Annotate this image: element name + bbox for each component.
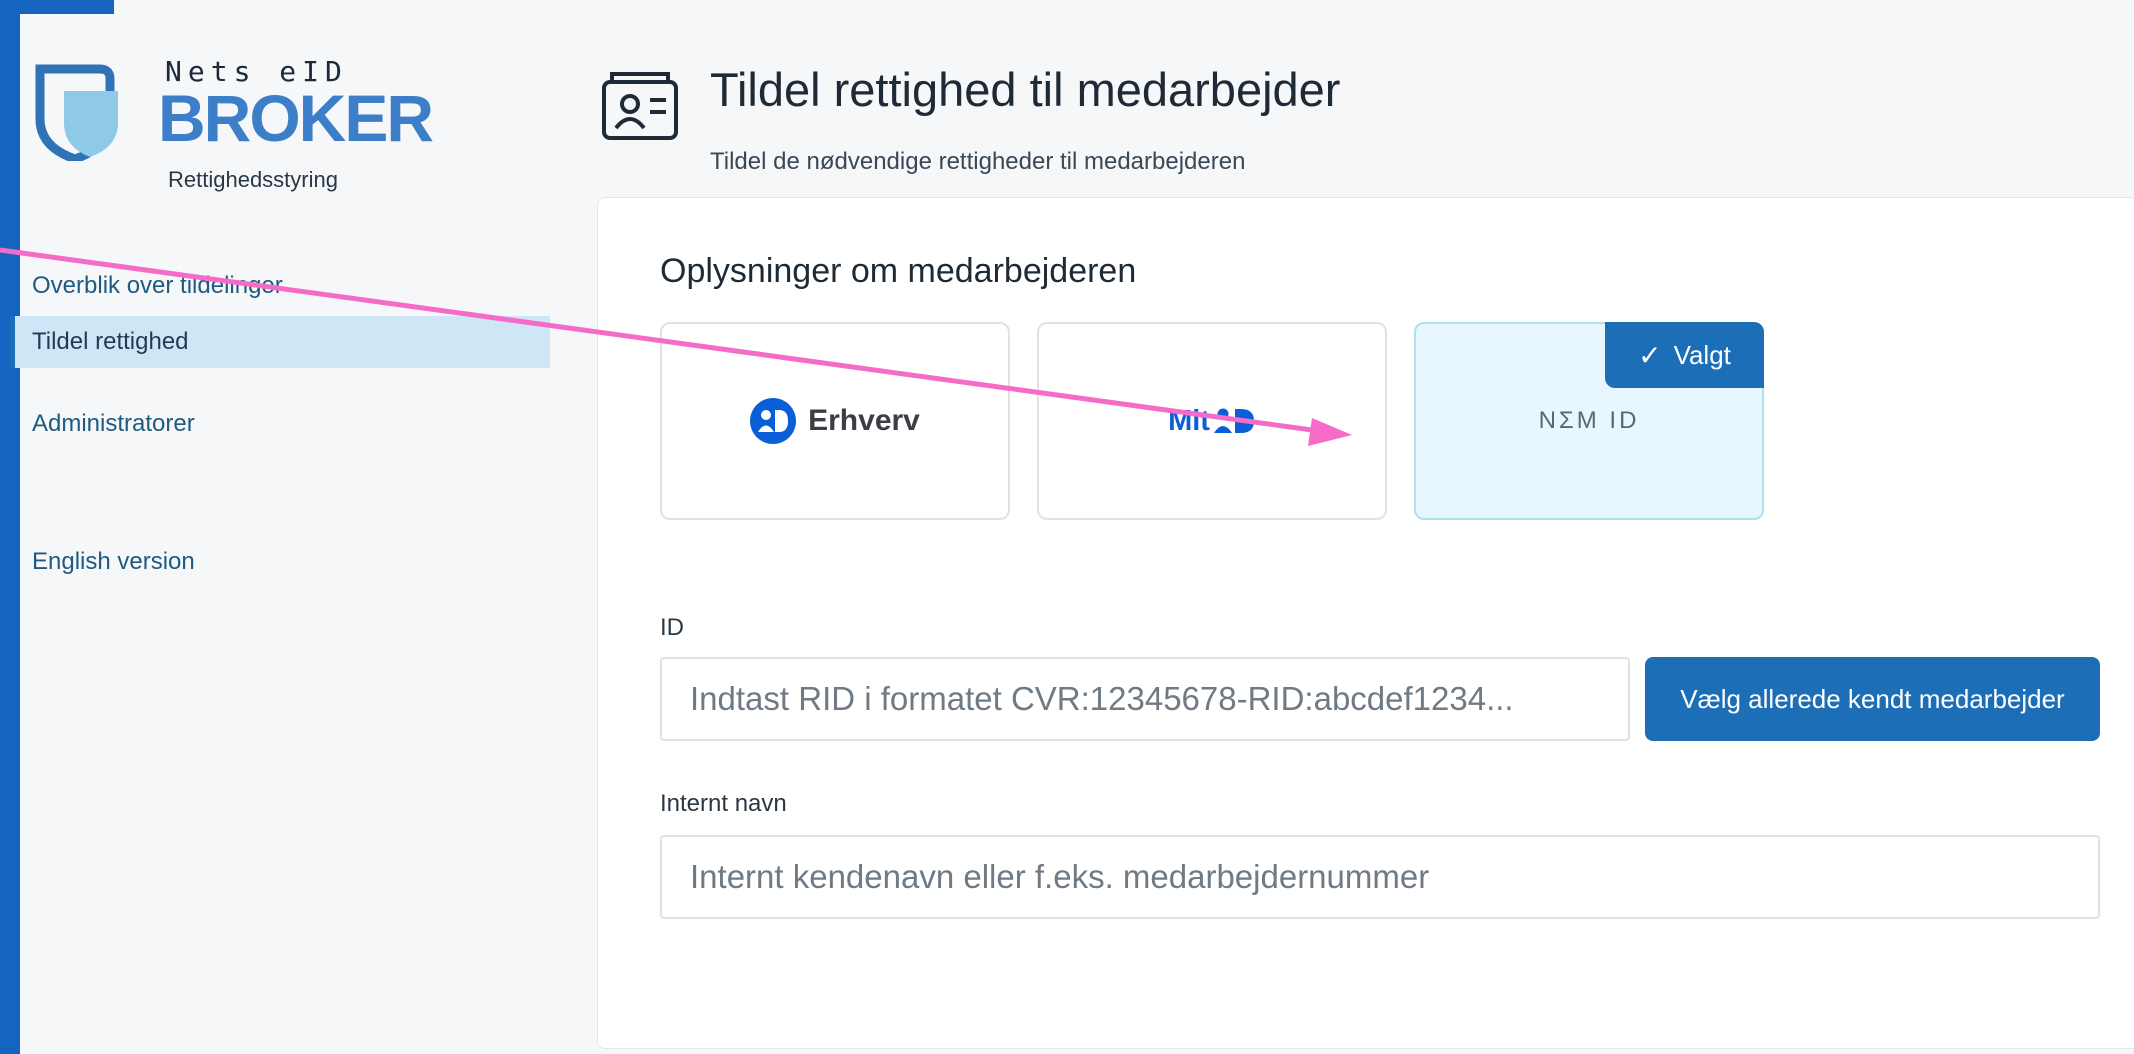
page-title: Tildel rettighed til medarbejder bbox=[710, 63, 1341, 116]
sidebar-item-overview[interactable]: Overblik over tildelinger bbox=[10, 260, 550, 312]
id-option-mitid[interactable]: Mit bbox=[1037, 322, 1387, 520]
option-content: Erhverv bbox=[662, 324, 1008, 518]
id-field-label: ID bbox=[660, 614, 684, 641]
brand-subtitle: Rettighedsstyring bbox=[168, 167, 338, 192]
id-option-erhverv[interactable]: Erhverv bbox=[660, 322, 1010, 520]
erhverv-label: Erhverv bbox=[808, 404, 920, 437]
brand-logo[interactable]: Nets eID BROKER Rettighedsstyring bbox=[30, 55, 434, 205]
sidebar-item-assign-right[interactable]: Tildel rettighed bbox=[10, 316, 550, 368]
id-card-icon bbox=[602, 72, 678, 140]
mitid-label: Mit bbox=[1168, 404, 1210, 437]
mitid-logo-icon bbox=[1213, 408, 1254, 433]
brand-line2: BROKER bbox=[158, 81, 434, 155]
id-input[interactable] bbox=[660, 657, 1630, 741]
shield-logo-icon bbox=[35, 64, 118, 161]
internal-name-label: Internt navn bbox=[660, 790, 787, 817]
option-content: Mit bbox=[1039, 324, 1385, 518]
internal-name-input[interactable] bbox=[660, 835, 2100, 919]
sidebar-item-administrators[interactable]: Administratorer bbox=[10, 398, 550, 450]
sidebar-nav: Overblik over tildelinger Tildel rettigh… bbox=[10, 260, 550, 588]
choose-known-employee-button[interactable]: Vælg allerede kendt medarbejder bbox=[1645, 657, 2100, 741]
id-option-nemid[interactable]: ✓ Valgt NΣM ID bbox=[1414, 322, 1764, 520]
page-subtitle: Tildel de nødvendige rettigheder til med… bbox=[710, 148, 1246, 175]
nemid-label: NΣM ID bbox=[1538, 407, 1640, 434]
erhverv-logo-icon bbox=[750, 398, 797, 444]
window-frame-top bbox=[20, 0, 114, 14]
sidebar-item-english-version[interactable]: English version bbox=[10, 536, 550, 588]
card-title: Oplysninger om medarbejderen bbox=[660, 252, 1137, 290]
option-content: NΣM ID bbox=[1416, 324, 1762, 518]
